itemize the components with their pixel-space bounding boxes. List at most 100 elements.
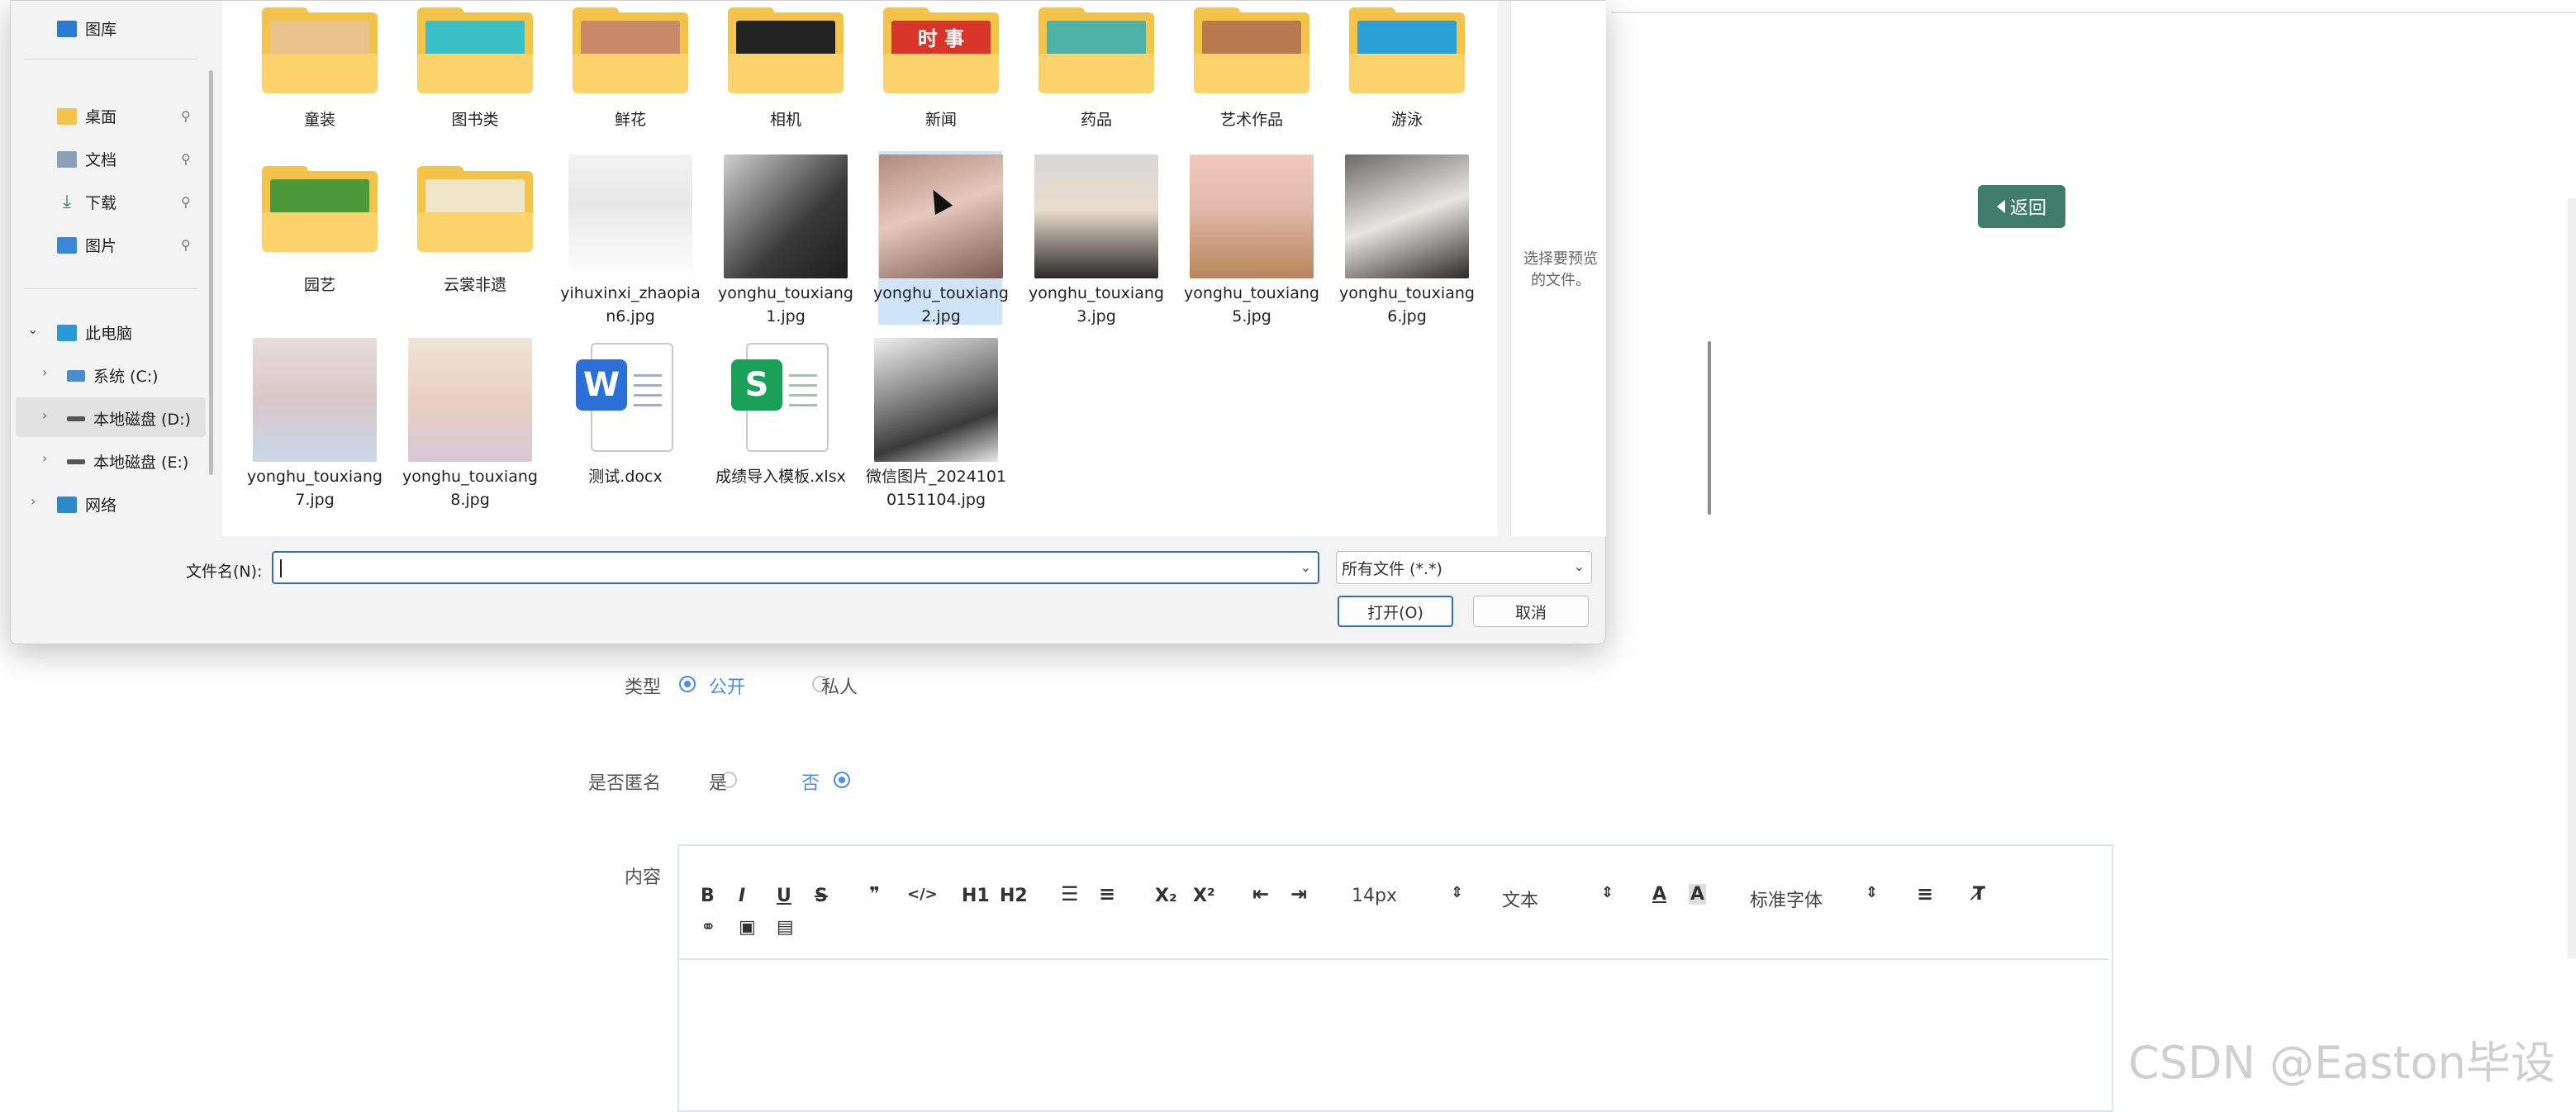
type-private-label[interactable]: 私人: [821, 672, 858, 699]
indent-icon[interactable]: ⇥: [1290, 882, 1307, 905]
chevron-down-icon[interactable]: ⌄: [1300, 559, 1311, 575]
background-color-icon[interactable]: A: [1689, 884, 1707, 905]
pin-icon[interactable]: ⚲: [181, 108, 191, 124]
file-item[interactable]: yonghu_touxiang7.jpg: [240, 338, 389, 511]
folder-item[interactable]: 药品: [1022, 7, 1171, 131]
nav-item-label: 桌面: [85, 108, 117, 126]
folder-item[interactable]: 园艺: [245, 166, 394, 297]
code-icon[interactable]: </>: [907, 886, 938, 903]
anonymous-no-radio[interactable]: [834, 772, 851, 788]
folder-icon: [417, 7, 533, 93]
folder-item[interactable]: 童装: [245, 7, 394, 131]
file-label: yonghu_touxiang6.jpg: [1339, 284, 1475, 326]
folder-item[interactable]: 云裳非遗: [401, 166, 549, 297]
folder-label: 图书类: [451, 111, 499, 129]
drive-icon: [67, 459, 85, 464]
filetype-select[interactable]: 所有文件 (*.*) ⌄: [1336, 551, 1592, 584]
file-list-scrollbar[interactable]: [1708, 341, 1711, 515]
subscript-button[interactable]: X₂: [1155, 886, 1177, 906]
folder-label: 云裳非遗: [443, 276, 506, 294]
nav-item-drive-c[interactable]: 系统 (C:): [67, 364, 159, 387]
superscript-button[interactable]: X²: [1193, 886, 1215, 906]
back-button[interactable]: 返回: [1978, 185, 2065, 228]
filename-input[interactable]: ⌄: [272, 551, 1319, 584]
type-public-label[interactable]: 公开: [709, 672, 745, 699]
ordered-list-icon[interactable]: ☰: [1061, 882, 1079, 905]
folder-item[interactable]: 鲜花: [556, 7, 705, 131]
align-icon[interactable]: ≡: [1917, 882, 1933, 905]
link-icon[interactable]: ⚭: [701, 917, 715, 938]
pin-icon[interactable]: ⚲: [181, 151, 191, 167]
file-item[interactable]: yonghu_touxiang5.jpg: [1177, 154, 1326, 328]
nav-item-pictures[interactable]: 图片: [57, 234, 116, 256]
excel-badge: S: [731, 359, 782, 411]
page-scrollbar[interactable]: [2568, 198, 2576, 958]
paragraph-select[interactable]: 文本: [1502, 886, 1538, 912]
font-family-select[interactable]: 标准字体: [1750, 886, 1823, 912]
chevron-down-icon[interactable]: ⌄: [27, 321, 38, 337]
preview-placeholder-text: 选择要预览的文件。: [1523, 250, 1598, 289]
underline-button[interactable]: U: [777, 886, 791, 906]
font-size-select[interactable]: 14px: [1352, 886, 1397, 906]
file-item[interactable]: yihuxinxi_zhaopian6.jpg: [556, 154, 705, 328]
image-icon[interactable]: ▣: [739, 917, 756, 938]
pin-icon[interactable]: ⚲: [181, 237, 191, 253]
h1-button[interactable]: H1: [962, 886, 990, 906]
quote-icon[interactable]: ❞: [869, 884, 880, 905]
file-item[interactable]: yonghu_touxiang8.jpg: [396, 338, 544, 511]
italic-button[interactable]: I: [739, 886, 745, 906]
anonymous-yes-label[interactable]: 是: [709, 768, 727, 795]
pin-icon[interactable]: ⚲: [181, 194, 191, 210]
bold-button[interactable]: B: [701, 886, 715, 906]
file-item[interactable]: W 测试.docx: [551, 338, 700, 488]
nav-item-network[interactable]: 网络: [57, 493, 116, 516]
nav-scrollbar[interactable]: [209, 70, 213, 475]
anonymous-no-label[interactable]: 否: [801, 768, 820, 795]
filename-label: 文件名(N):: [186, 563, 263, 581]
clear-format-icon[interactable]: T̸: [1973, 884, 1985, 905]
image-thumbnail: [253, 338, 377, 462]
file-item[interactable]: yonghu_touxiang3.jpg: [1022, 154, 1171, 328]
nav-item-documents[interactable]: 文档: [57, 148, 116, 170]
chevron-right-icon[interactable]: ›: [42, 450, 47, 466]
file-item[interactable]: 微信图片_20241010151104.jpg: [862, 338, 1010, 511]
chevron-right-icon[interactable]: ›: [42, 364, 47, 380]
chevron-right-icon[interactable]: ›: [42, 407, 47, 423]
nav-item-gallery[interactable]: 图库: [57, 17, 116, 40]
file-item[interactable]: yonghu_touxiang1.jpg: [711, 154, 860, 328]
folder-item[interactable]: 艺术作品: [1177, 7, 1326, 131]
video-icon[interactable]: ▤: [777, 917, 794, 938]
nav-item-drive-e[interactable]: 本地磁盘 (E:): [67, 450, 188, 473]
file-item[interactable]: S 成绩导入模板.xlsx: [706, 338, 855, 488]
this-pc-icon: [57, 324, 77, 341]
editor-toolbar: B I U S ❞ </> H1 H2 ☰ ≡ X₂ X² ⇤ ⇥ 14px ⇕…: [679, 869, 2108, 960]
outdent-icon[interactable]: ⇤: [1252, 882, 1269, 905]
nav-item-desktop[interactable]: 桌面: [57, 105, 116, 127]
nav-item-label: 系统 (C:): [93, 368, 159, 386]
file-label: yonghu_touxiang2.jpg: [873, 284, 1009, 326]
nav-item-this-pc[interactable]: 此电脑: [57, 321, 132, 344]
image-thumbnail: [724, 154, 848, 278]
file-label: yonghu_touxiang3.jpg: [1029, 284, 1164, 326]
image-thumbnail: [879, 154, 1003, 278]
file-item-selected[interactable]: yonghu_touxiang2.jpg: [867, 154, 1015, 328]
nav-item-drive-d[interactable]: 本地磁盘 (D:): [67, 407, 191, 430]
folder-item[interactable]: 图书类: [401, 7, 549, 131]
text-color-icon[interactable]: A: [1652, 884, 1666, 905]
strike-button[interactable]: S: [815, 886, 828, 906]
folder-item[interactable]: 时 事 新闻: [867, 7, 1015, 131]
folder-item[interactable]: 相机: [711, 7, 860, 131]
file-label: 测试.docx: [588, 468, 663, 486]
image-thumbnail: [1345, 154, 1469, 278]
nav-item-downloads[interactable]: ⤓ 下载: [57, 191, 116, 213]
open-button[interactable]: 打开(O): [1338, 596, 1453, 627]
type-public-radio[interactable]: [679, 676, 696, 692]
folder-item[interactable]: 游泳: [1333, 7, 1481, 131]
chevron-right-icon[interactable]: ›: [31, 493, 36, 509]
h2-button[interactable]: H2: [1000, 886, 1028, 906]
bullet-list-icon[interactable]: ≡: [1099, 882, 1115, 905]
nav-item-label: 此电脑: [85, 325, 133, 343]
file-item[interactable]: yonghu_touxiang6.jpg: [1333, 154, 1481, 328]
cancel-button[interactable]: 取消: [1473, 596, 1589, 627]
folder-label: 相机: [769, 111, 801, 129]
